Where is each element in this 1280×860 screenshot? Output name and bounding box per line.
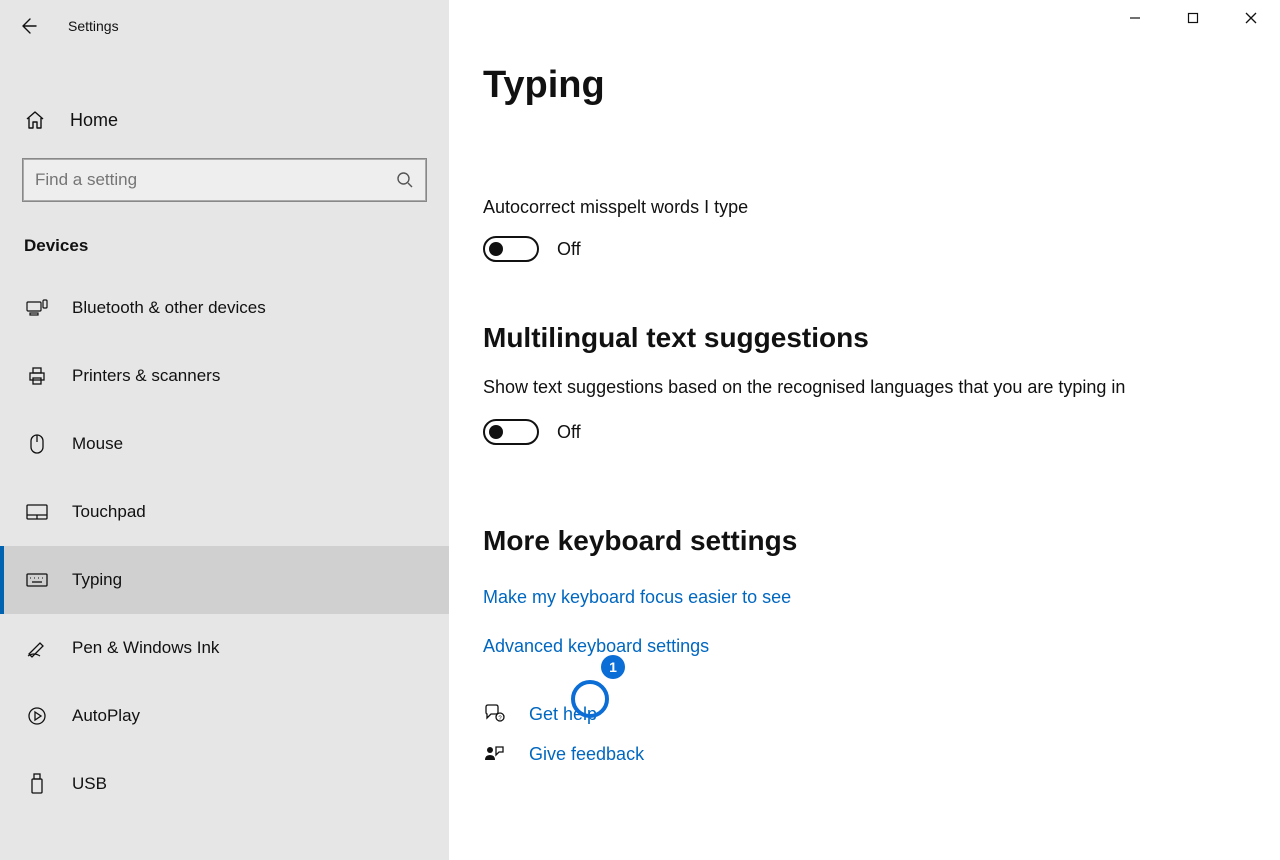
multilingual-desc: Show text suggestions based on the recog… <box>483 374 1280 401</box>
autoplay-icon <box>26 705 48 727</box>
touchpad-icon <box>26 501 48 523</box>
sidebar-home-label: Home <box>70 110 118 131</box>
sidebar: Settings Home Devices Bluetooth & other … <box>0 0 449 860</box>
pen-icon <box>26 637 48 659</box>
sidebar-item-mouse[interactable]: Mouse <box>0 410 449 478</box>
sidebar-item-label: Mouse <box>72 434 123 454</box>
page-title: Typing <box>483 64 1280 107</box>
sidebar-home[interactable]: Home <box>0 86 449 154</box>
sidebar-item-typing[interactable]: Typing <box>0 546 449 614</box>
sidebar-item-touchpad[interactable]: Touchpad <box>0 478 449 546</box>
link-advanced-keyboard[interactable]: Advanced keyboard settings <box>483 636 1280 657</box>
sidebar-nav: Bluetooth & other devices Printers & sca… <box>0 274 449 818</box>
sidebar-item-autoplay[interactable]: AutoPlay <box>0 682 449 750</box>
autocorrect-label: Autocorrect misspelt words I type <box>483 197 1143 218</box>
sidebar-item-label: USB <box>72 774 107 794</box>
multilingual-state: Off <box>557 422 581 443</box>
app-title: Settings <box>68 18 119 34</box>
sidebar-item-label: Pen & Windows Ink <box>72 638 219 658</box>
more-heading: More keyboard settings <box>483 525 1280 557</box>
sidebar-item-label: AutoPlay <box>72 706 140 726</box>
sidebar-item-usb[interactable]: USB <box>0 750 449 818</box>
search-box[interactable] <box>22 158 427 202</box>
autocorrect-toggle[interactable] <box>483 236 539 262</box>
search-input[interactable] <box>35 170 388 190</box>
search-icon <box>396 171 414 189</box>
link-keyboard-focus[interactable]: Make my keyboard focus easier to see <box>483 587 1280 608</box>
bluetooth-devices-icon <box>26 297 48 319</box>
get-help-link[interactable]: Get help <box>529 704 597 725</box>
sidebar-item-printers[interactable]: Printers & scanners <box>0 342 449 410</box>
sidebar-item-label: Bluetooth & other devices <box>72 298 266 318</box>
mouse-icon <box>26 433 48 455</box>
sidebar-item-label: Touchpad <box>72 502 146 522</box>
window-controls <box>1106 0 1280 36</box>
printer-icon <box>26 365 48 387</box>
settings-window: Settings Home Devices Bluetooth & other … <box>0 0 1280 860</box>
close-button[interactable] <box>1222 0 1280 36</box>
close-icon <box>1245 12 1257 24</box>
help-icon: ? <box>483 703 505 725</box>
home-icon <box>24 109 46 131</box>
autocorrect-state: Off <box>557 239 581 260</box>
maximize-button[interactable] <box>1164 0 1222 36</box>
keyboard-icon <box>26 569 48 591</box>
back-button[interactable] <box>16 14 40 38</box>
sidebar-item-bluetooth[interactable]: Bluetooth & other devices <box>0 274 449 342</box>
feedback-icon <box>483 743 505 765</box>
titlebar: Settings <box>0 8 449 44</box>
sidebar-item-label: Printers & scanners <box>72 366 220 386</box>
usb-icon <box>26 773 48 795</box>
multilingual-toggle[interactable] <box>483 419 539 445</box>
minimize-button[interactable] <box>1106 0 1164 36</box>
multilingual-heading: Multilingual text suggestions <box>483 322 1280 354</box>
minimize-icon <box>1129 12 1141 24</box>
sidebar-section-title: Devices <box>0 236 449 256</box>
give-feedback-link[interactable]: Give feedback <box>529 744 644 765</box>
sidebar-item-label: Typing <box>72 570 122 590</box>
back-arrow-icon <box>18 16 38 36</box>
sidebar-item-pen[interactable]: Pen & Windows Ink <box>0 614 449 682</box>
maximize-icon <box>1187 12 1199 24</box>
annotation-badge-1: 1 <box>601 655 625 679</box>
main-content: Typing Autocorrect misspelt words I type… <box>449 0 1280 860</box>
